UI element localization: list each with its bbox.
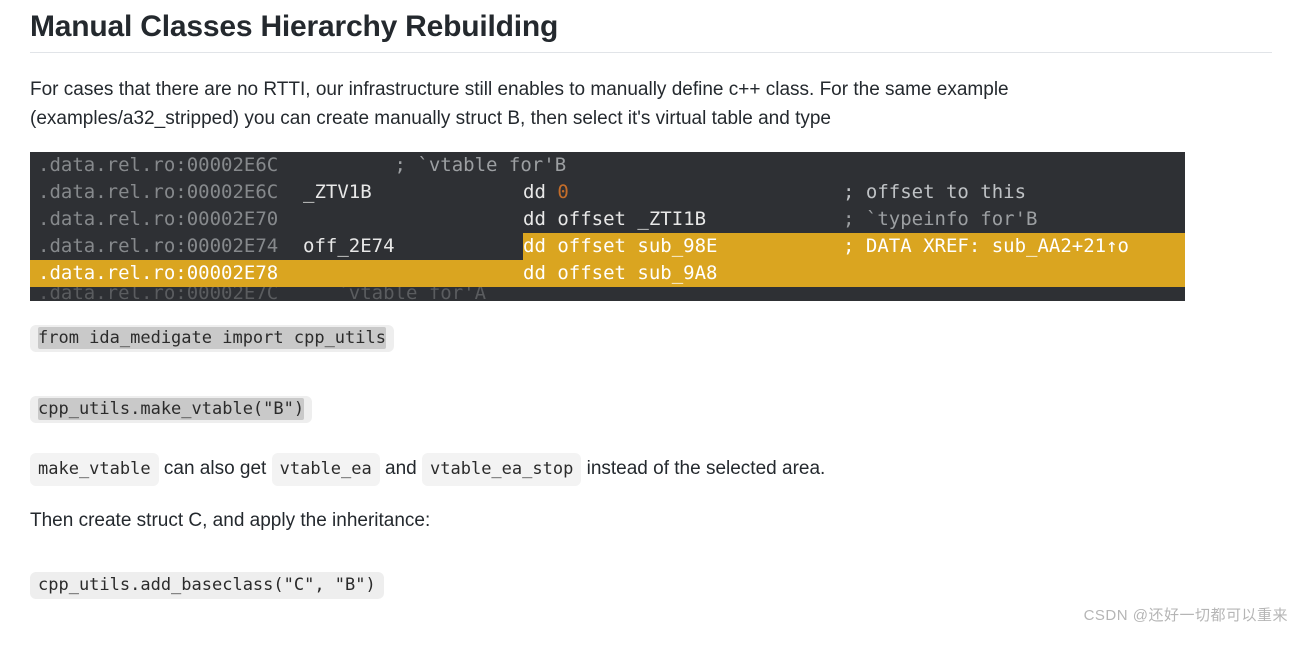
code-line: cpp_utils.make_vtable("B")	[30, 378, 1272, 427]
asm-xref: ; DATA XREF: sub_AA2+21↑o	[843, 233, 1185, 260]
code-line: cpp_utils.add_baseclass("C", "B")	[30, 554, 1272, 603]
code-make-vtable: cpp_utils.make_vtable("B")	[30, 396, 312, 423]
article-section: Manual Classes Hierarchy Rebuilding For …	[0, 0, 1302, 633]
code-inline: vtable_ea_stop	[422, 453, 581, 486]
disassembly-block: .data.rel.ro:00002E6C ; `vtable for'B .d…	[30, 152, 1185, 301]
asm-row-selected: .data.rel.ro:00002E78 dd offset sub_9A8	[30, 260, 1185, 287]
asm-row-cropped: .data.rel.ro:00002E7C `vtable for'A	[30, 287, 1185, 301]
after-paragraph: Then create struct C, and apply the inhe…	[30, 506, 1190, 535]
asm-comment: ; offset to this	[843, 179, 1185, 206]
asm-row: .data.rel.ro:00002E6C ; `vtable for'B	[30, 152, 1185, 179]
asm-instr: dd offset _ZTI1B	[523, 206, 843, 233]
asm-segment: .data.rel.ro:00002E78	[30, 260, 303, 287]
asm-instr: dd offset sub_9A8	[523, 260, 843, 287]
code-line: from ida_medigate import cpp_utils	[30, 307, 1272, 356]
code-inline: make_vtable	[30, 453, 159, 486]
section-heading: Manual Classes Hierarchy Rebuilding	[30, 10, 1272, 53]
asm-row: .data.rel.ro:00002E70 dd offset _ZTI1B ;…	[30, 206, 1185, 233]
asm-row-highlighted: .data.rel.ro:00002E74 off_2E74 dd offset…	[30, 233, 1185, 260]
code-add-baseclass: cpp_utils.add_baseclass("C", "B")	[30, 572, 384, 599]
asm-comment: ; `typeinfo for'B	[843, 206, 1185, 233]
asm-label: _ZTV1B	[303, 179, 433, 206]
asm-segment: .data.rel.ro:00002E70	[30, 206, 303, 233]
asm-instr: dd 0	[523, 179, 843, 206]
intro-paragraph: For cases that there are no RTTI, our in…	[30, 75, 1190, 134]
code-import: from ida_medigate import cpp_utils	[30, 325, 394, 352]
mid-paragraph: make_vtable can also get vtable_ea and v…	[30, 453, 1190, 486]
asm-segment: .data.rel.ro:00002E6C	[30, 179, 303, 206]
asm-instr: dd offset sub_98E	[523, 233, 843, 260]
asm-segment: .data.rel.ro:00002E6C	[30, 152, 303, 179]
asm-row: .data.rel.ro:00002E6C _ZTV1B dd 0 ; offs…	[30, 179, 1185, 206]
asm-label: off_2E74	[303, 233, 433, 260]
code-inline: vtable_ea	[272, 453, 380, 486]
watermark: CSDN @还好一切都可以重来	[1084, 604, 1288, 625]
asm-segment: .data.rel.ro:00002E74	[30, 233, 303, 260]
